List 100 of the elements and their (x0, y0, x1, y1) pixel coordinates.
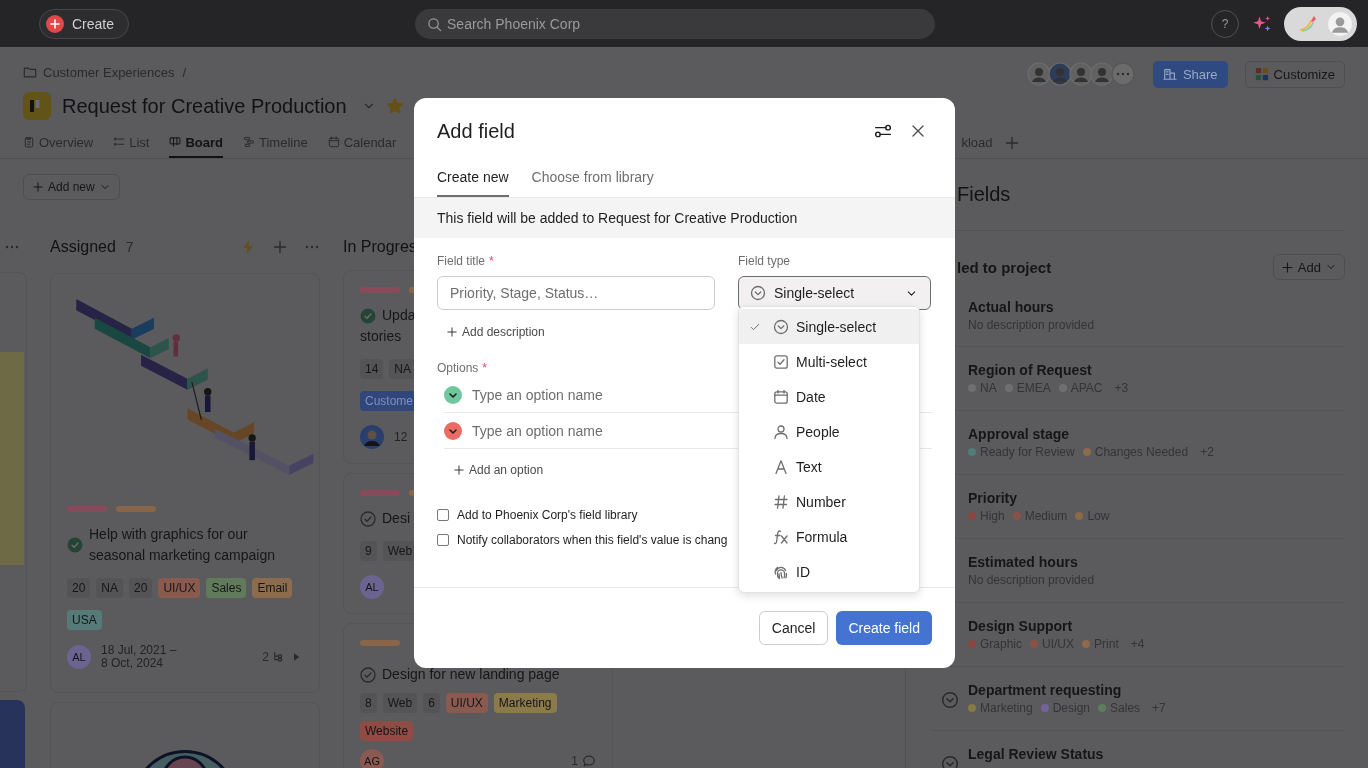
tag: Web (382, 693, 418, 713)
project-icon (23, 92, 51, 120)
comment-icon (582, 754, 596, 768)
lightning-icon[interactable] (240, 239, 256, 255)
check-circle-icon[interactable] (360, 510, 376, 527)
dialog-title: Add field (437, 119, 515, 143)
add-option-button[interactable]: Add an option (453, 461, 544, 479)
avatar-icon[interactable] (1047, 62, 1072, 86)
tag: 20 (129, 578, 153, 598)
plus-icon (1280, 260, 1294, 274)
avatar-icon[interactable] (1089, 62, 1114, 86)
building-icon (1162, 67, 1177, 81)
check-circle-icon[interactable] (360, 307, 376, 324)
color-picker-icon[interactable] (444, 385, 462, 404)
tag: NA (96, 578, 124, 598)
tag: 9 (360, 541, 377, 561)
tag: Sales (206, 578, 247, 598)
grid-icon (1254, 67, 1269, 81)
field-name[interactable]: Approval stage (968, 425, 1214, 443)
text-field[interactable]: Priority, Stage, Status… (437, 276, 715, 310)
folder-icon (23, 65, 37, 79)
menu-item[interactable]: Single-select (739, 309, 919, 344)
task-title: Upda (382, 306, 416, 325)
close-icon[interactable] (910, 123, 926, 139)
avatar-icon[interactable] (360, 425, 384, 449)
menu-item[interactable]: Formula (739, 519, 919, 554)
check-circle-icon[interactable] (67, 537, 83, 553)
add-tab-icon[interactable] (1004, 135, 1021, 151)
star-icon[interactable] (385, 97, 404, 115)
required-mark: * (482, 361, 488, 377)
avatar[interactable]: AL (67, 645, 91, 669)
cancel-button[interactable]: Cancel (758, 611, 829, 645)
task-title: Design for new landing page (382, 665, 560, 684)
hash-icon (773, 493, 789, 510)
plus-icon[interactable] (272, 239, 288, 255)
field-label: Field title (437, 254, 486, 270)
due-date: 12 (394, 430, 408, 444)
person-icon (773, 423, 789, 440)
required-mark: * (489, 254, 494, 270)
plus-icon (453, 464, 465, 476)
checkbox-label: Notify collaborators when this field's value is chang (457, 533, 728, 547)
avatar-icon[interactable] (1068, 62, 1093, 86)
customize-button[interactable]: Customize (1244, 60, 1345, 88)
checkbox[interactable] (437, 509, 449, 521)
field-name[interactable]: Department requesting (968, 681, 1166, 699)
info-banner: This field will be added to Request for Creative Production (414, 198, 955, 238)
column-title: Assigned (50, 238, 116, 256)
tag: 8 (360, 693, 377, 713)
add-description-button[interactable]: Add description (446, 323, 545, 341)
create-button[interactable]: Create (39, 8, 130, 39)
tag: Email (252, 578, 293, 598)
single-select-icon (773, 318, 789, 335)
single-select-icon (750, 285, 766, 301)
share-button[interactable]: Share (1152, 60, 1228, 88)
field-name[interactable]: Actual hours (968, 298, 1095, 316)
field-name[interactable]: Region of Request (968, 361, 1129, 379)
field-name[interactable]: Estimated hours (968, 553, 1095, 571)
checkbox[interactable] (437, 534, 449, 546)
avatar[interactable]: AL (360, 575, 384, 599)
add-new-button[interactable]: Add new (23, 174, 120, 200)
field-name[interactable]: Legal Review Status (968, 745, 1104, 763)
add-button[interactable]: Add (1272, 254, 1345, 280)
sparkle-icon[interactable] (1252, 13, 1272, 34)
menu-item[interactable]: Number (739, 484, 919, 519)
view-tab[interactable]: Board (169, 128, 223, 158)
sliders-icon[interactable] (874, 122, 892, 140)
avatar[interactable]: AG (360, 749, 384, 768)
task-title: Help with graphics for our seasonal marketing campaign (89, 525, 276, 565)
tag: 14 (360, 359, 384, 379)
calendar-icon (773, 388, 789, 405)
check-circle-icon[interactable] (360, 666, 376, 683)
calendar-icon (327, 136, 340, 148)
avatar-icon (1327, 10, 1353, 37)
clipboard-icon (23, 136, 35, 148)
text-icon (773, 458, 789, 475)
checkbox-icon (773, 353, 789, 370)
menu-item[interactable]: Date (739, 379, 919, 414)
search-field[interactable]: Search Phoenix Corp (415, 8, 936, 39)
menu-item[interactable]: People (739, 414, 919, 449)
dialog-tab[interactable]: Choose from library (531, 161, 654, 197)
avatar-icon[interactable] (1026, 62, 1051, 86)
menu-item[interactable]: ID (739, 554, 919, 589)
tag: 6 (423, 693, 440, 713)
more-icon[interactable] (1110, 62, 1135, 86)
field-name[interactable]: Design Support (968, 617, 1145, 635)
menu-item[interactable]: Multi-select (739, 344, 919, 379)
color-picker-icon[interactable] (444, 421, 462, 440)
tag: Marketing (493, 693, 557, 713)
single-select-icon (941, 691, 959, 709)
plus-icon (446, 326, 458, 338)
tag: Website (360, 721, 414, 741)
tag: NA (389, 359, 417, 379)
field-label: Options (437, 361, 479, 377)
create-field-button[interactable]: Create field (836, 611, 932, 645)
task-card[interactable] (50, 702, 320, 768)
menu-item[interactable]: Text (739, 449, 919, 484)
search-icon (427, 16, 443, 32)
project-title: Request for Creative Production (62, 94, 347, 118)
field-name[interactable]: Priority (968, 489, 1114, 507)
account-button[interactable] (1284, 6, 1357, 41)
